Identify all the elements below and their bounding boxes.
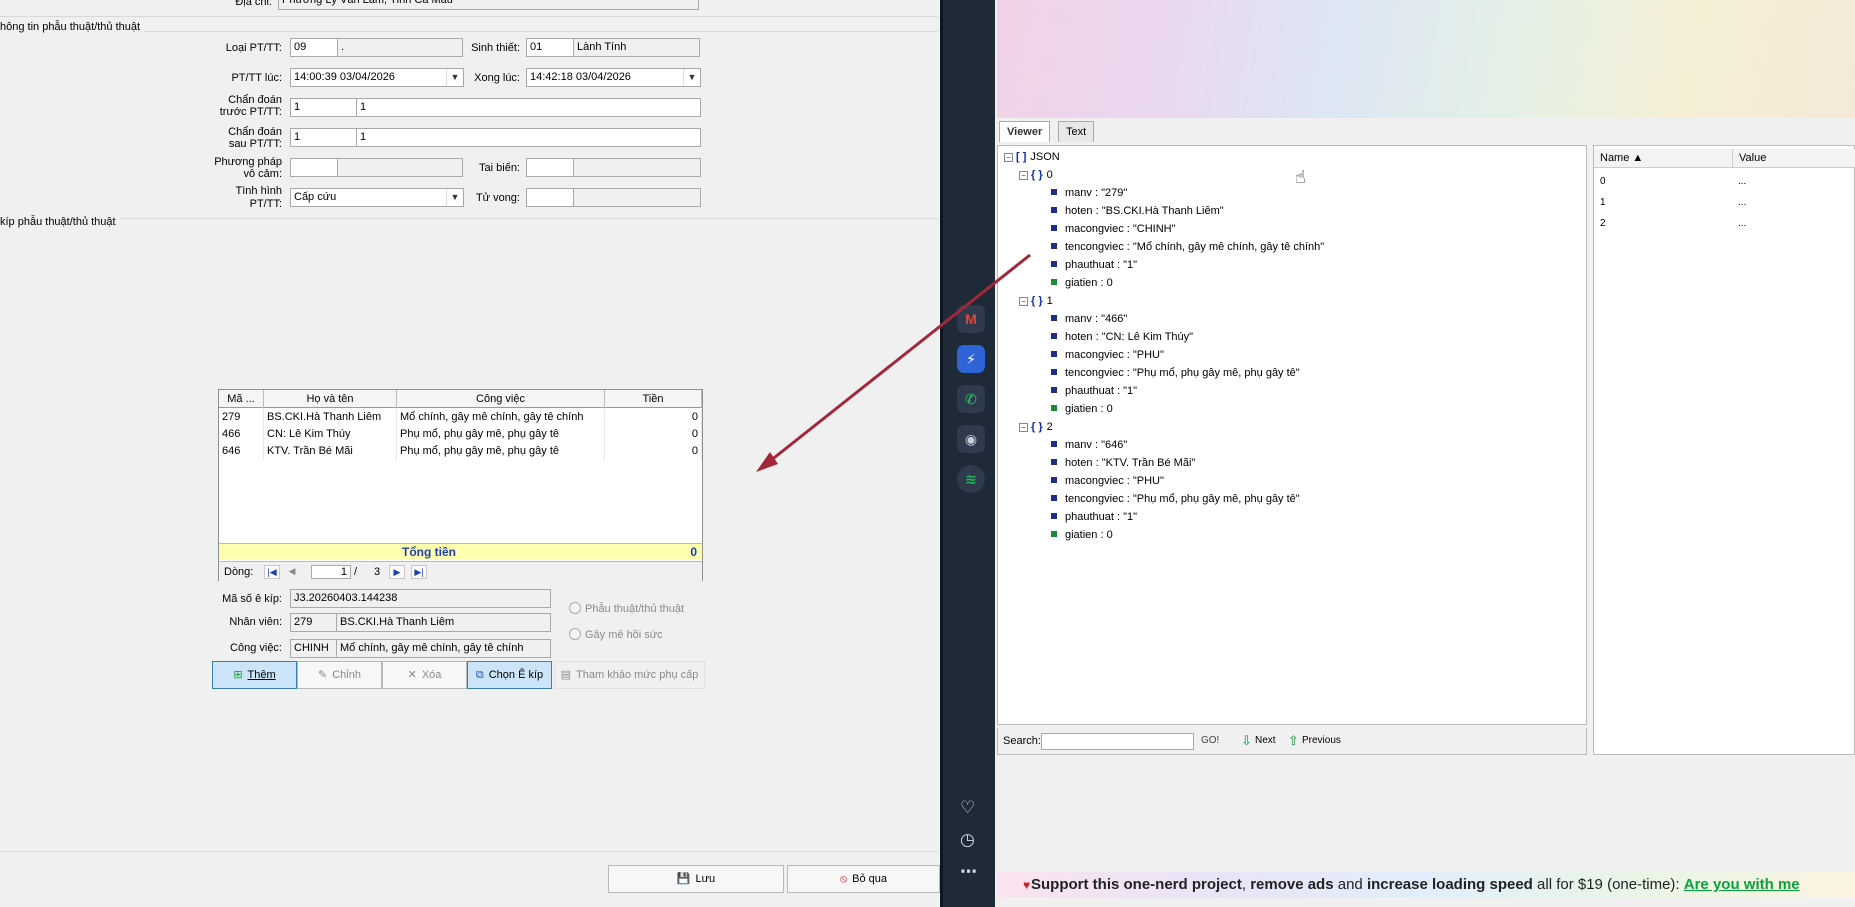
annotation-arrow <box>756 253 1031 472</box>
